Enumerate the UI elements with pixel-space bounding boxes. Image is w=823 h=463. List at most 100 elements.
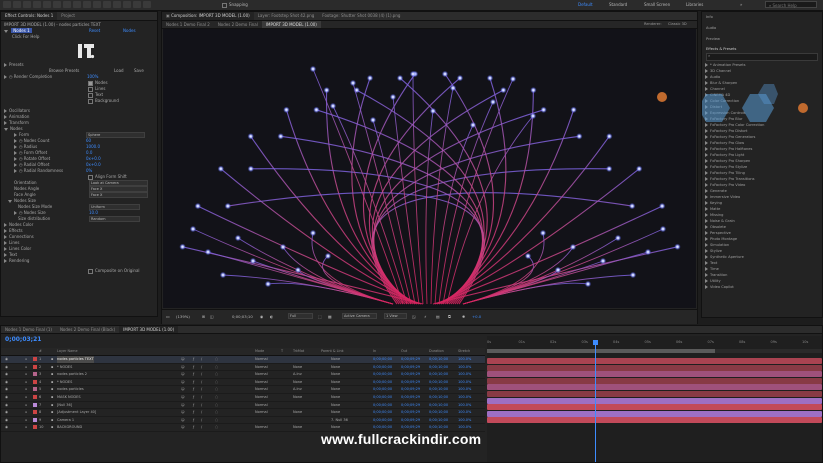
table-row[interactable]: ◉ ▫ 8 [Adjustment Layer 40] Normal None None 0;… xyxy=(1,409,485,417)
fx-icon[interactable]: ƒ xyxy=(193,417,194,424)
layer-type-icon[interactable]: ▪ xyxy=(51,424,53,431)
layer-out[interactable]: 0;00;09;29 xyxy=(401,364,420,371)
camera-tool-icon[interactable] xyxy=(53,1,61,8)
table-row[interactable]: ◉ ▫ 5 nodes particles Normal A.Inv None 0;00;00… xyxy=(1,386,485,394)
layer-trkmat[interactable]: A.Inv xyxy=(293,386,302,393)
layer-parent[interactable]: None xyxy=(331,402,340,409)
fx-icon[interactable]: ƒ xyxy=(193,379,194,386)
layer-stretch[interactable]: 100.0% xyxy=(458,394,471,401)
composite-original-checkbox[interactable] xyxy=(88,268,93,274)
expand-arrow-icon[interactable] xyxy=(14,169,17,173)
layer-trkmat[interactable]: A.Inv xyxy=(293,371,302,378)
lock-icon[interactable]: ▫ xyxy=(25,356,27,363)
label-color-swatch[interactable] xyxy=(33,394,37,399)
layer-dur[interactable]: 0;00;10;00 xyxy=(429,379,448,386)
layer-inp[interactable]: 0;00;00;00 xyxy=(373,417,392,424)
layer-parent[interactable]: None xyxy=(331,409,340,416)
fx-icon[interactable]: ƒ xyxy=(193,364,194,371)
motion-blur-icon[interactable]: ◌ xyxy=(215,394,218,401)
layer-out[interactable]: 0;00;09;29 xyxy=(401,402,420,409)
layer-type-icon[interactable]: ▪ xyxy=(51,409,53,416)
camera-dropdown[interactable]: Active Camera xyxy=(342,313,377,319)
layer-dur[interactable]: 0;00;10;00 xyxy=(429,402,448,409)
selection-tool-icon[interactable] xyxy=(13,1,21,8)
layer-mode[interactable]: Normal xyxy=(255,402,268,409)
exposure-icon[interactable]: ✺ xyxy=(462,314,465,319)
layer-trkmat[interactable]: None xyxy=(293,394,302,401)
layer-duration-bar[interactable] xyxy=(487,384,822,391)
shy-icon[interactable]: ☺ xyxy=(181,364,185,371)
motion-blur-icon[interactable]: ◌ xyxy=(215,379,218,386)
fx-icon[interactable]: ƒ xyxy=(193,409,194,416)
layer-mode[interactable]: Normal xyxy=(255,409,268,416)
puppet-tool-icon[interactable] xyxy=(143,1,151,8)
expand-arrow-icon[interactable] xyxy=(14,151,17,155)
layer-stretch[interactable]: 100.0% xyxy=(458,364,471,371)
expand-arrow-icon[interactable] xyxy=(14,145,17,149)
layer-duration-bar[interactable] xyxy=(487,358,822,364)
layer-duration-bar[interactable] xyxy=(487,410,822,417)
label-color-swatch[interactable] xyxy=(33,364,37,369)
rotate-tool-icon[interactable] xyxy=(43,1,51,8)
effects-category-item[interactable]: Video Copilot xyxy=(705,284,822,290)
layer-stretch[interactable]: 100.0% xyxy=(458,371,471,378)
render-completion-value[interactable]: 100% xyxy=(87,74,98,80)
channel-icon[interactable]: ◐ xyxy=(270,314,273,319)
layer-duration-bar[interactable] xyxy=(487,364,822,371)
tab-effect-controls[interactable]: Effect Controls: Nodes 1 xyxy=(1,12,58,20)
layer-stretch[interactable]: 100.0% xyxy=(458,356,471,363)
lock-icon[interactable]: ▫ xyxy=(25,417,27,424)
workspace-overflow-icon[interactable]: » xyxy=(740,2,742,7)
layer-mode[interactable]: Normal xyxy=(255,364,268,371)
visibility-eye-icon[interactable]: ◉ xyxy=(5,386,8,393)
timeline-tab-1[interactable]: Nodes 1 Demo Final (1) xyxy=(1,326,56,333)
time-ruler[interactable]: 0s 01s 02s 03s 04s 05s 06s 07s 08s 09s 10s xyxy=(487,340,822,348)
motion-blur-icon[interactable]: ◌ xyxy=(215,409,218,416)
layer-name[interactable]: BACKGROUND xyxy=(57,424,82,431)
face-angle-dropdown[interactable]: Face X xyxy=(89,192,148,198)
align-form-shift-checkbox[interactable] xyxy=(88,174,93,180)
timeline-icon[interactable]: ▤ xyxy=(436,314,440,319)
layer-name[interactable]: * NODES xyxy=(57,379,72,386)
motion-blur-icon[interactable]: ◌ xyxy=(215,364,218,371)
layer-mode[interactable]: Normal xyxy=(255,424,268,431)
layer-out[interactable]: 0;00;09;29 xyxy=(401,371,420,378)
quality-icon[interactable]: / xyxy=(201,417,202,424)
node-prop-value[interactable]: 0% xyxy=(86,168,92,174)
label-color-swatch[interactable] xyxy=(33,357,37,361)
layer-dur[interactable]: 0;00;10;00 xyxy=(429,364,448,371)
label-color-swatch[interactable] xyxy=(33,387,37,392)
layer-name[interactable]: nodes particles xyxy=(57,386,84,393)
layer-dur[interactable]: 0;00;10;00 xyxy=(429,356,448,363)
shy-icon[interactable]: ☺ xyxy=(181,402,185,409)
layer-type-icon[interactable]: ▪ xyxy=(51,364,53,371)
layer-out[interactable]: 0;00;09;29 xyxy=(401,356,420,363)
timeline-graph[interactable]: 0s 01s 02s 03s 04s 05s 06s 07s 08s 09s 10s xyxy=(487,336,822,462)
text-checkbox[interactable] xyxy=(88,92,93,98)
layer-duration-bar[interactable] xyxy=(487,397,822,404)
roi-icon[interactable]: ⬚ xyxy=(318,314,322,319)
table-row[interactable]: ◉ ▫ 3 nodes particles 2 Normal A.Inv None 0;00;… xyxy=(1,371,485,379)
zoom-dropdown[interactable]: (139%) xyxy=(176,314,190,319)
layer-duration-bar[interactable] xyxy=(487,377,822,384)
fx-icon[interactable]: ƒ xyxy=(193,394,194,401)
playhead-handle[interactable] xyxy=(593,340,598,345)
reset-link[interactable]: Reset xyxy=(89,28,100,34)
visibility-eye-icon[interactable]: ◉ xyxy=(5,409,8,416)
layer-mode[interactable]: Normal xyxy=(255,379,268,386)
search-help-input[interactable]: ⌕ Search Help xyxy=(765,1,817,8)
visibility-eye-icon[interactable]: ◉ xyxy=(5,394,8,401)
workspace-default[interactable]: Default xyxy=(578,2,593,7)
table-row[interactable]: ◉ ▫ 4 * NODES Normal None None 0;00;00;00 0;00;0… xyxy=(1,379,485,387)
shy-icon[interactable]: ☺ xyxy=(181,356,185,363)
label-color-swatch[interactable] xyxy=(33,379,37,384)
table-row[interactable]: ◉ ▫ 6 MASK NODES Normal None None 0;00;00;00 0;0… xyxy=(1,394,485,402)
label-color-swatch[interactable] xyxy=(33,425,37,430)
fast-preview-icon[interactable]: ⚡ xyxy=(424,314,427,319)
motion-blur-icon[interactable]: ◌ xyxy=(215,402,218,409)
zoom-tool-icon[interactable] xyxy=(33,1,41,8)
table-row[interactable]: ◉ ▫ 9 Camera 1 7. Null 36 0;00;00;00 0;00;09;2… xyxy=(1,417,485,425)
layer-inp[interactable]: 0;00;00;00 xyxy=(373,424,392,431)
layer-inp[interactable]: 0;00;00;00 xyxy=(373,409,392,416)
layer-parent[interactable]: None xyxy=(331,356,340,363)
